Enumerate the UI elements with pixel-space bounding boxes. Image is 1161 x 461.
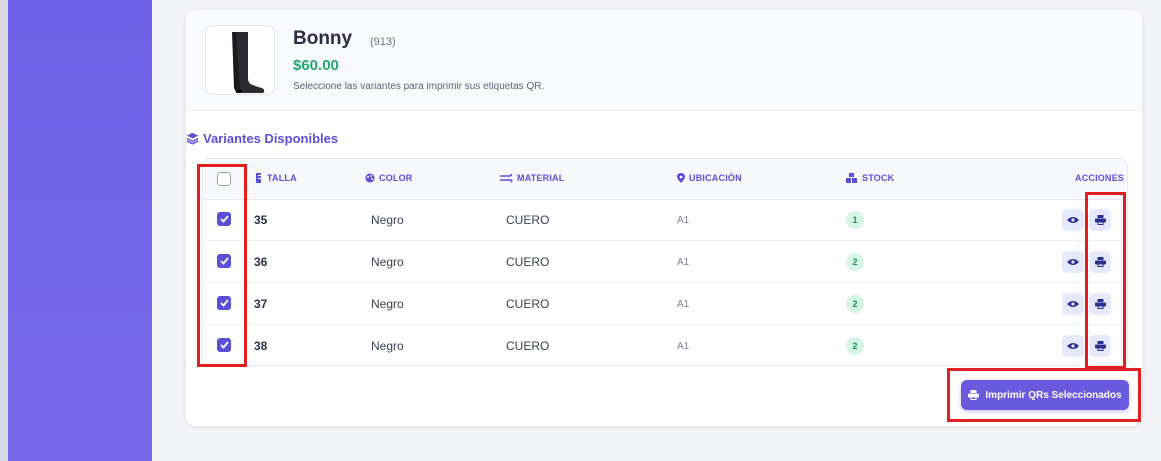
check-icon: [219, 215, 229, 223]
printer-icon: [968, 390, 980, 400]
eye-icon: [1067, 217, 1079, 223]
cell-ubicacion: A1: [677, 341, 690, 352]
cell-material: CUERO: [506, 339, 550, 353]
check-icon: [219, 257, 229, 265]
view-button[interactable]: [1062, 209, 1084, 231]
printer-icon: [1094, 299, 1106, 309]
th-material: MATERIAL: [499, 173, 564, 183]
print-button[interactable]: [1089, 209, 1111, 231]
view-button[interactable]: [1062, 293, 1084, 315]
cell-color: Negro: [371, 255, 404, 269]
cell-ubicacion: A1: [677, 215, 690, 226]
palette-icon: [365, 173, 375, 183]
stock-badge: 2: [846, 337, 864, 355]
th-color: COLOR: [365, 173, 413, 183]
cell-talla: 35: [254, 213, 268, 227]
th-stock: STOCK: [846, 173, 894, 183]
layers-icon: [186, 132, 199, 145]
stock-badge: 1: [846, 211, 864, 229]
cell-material: CUERO: [506, 255, 550, 269]
product-price: $60.00: [293, 57, 339, 74]
print-button[interactable]: [1089, 251, 1111, 273]
row-checkbox[interactable]: [217, 254, 231, 268]
eye-icon: [1067, 301, 1079, 307]
cubes-icon: [846, 173, 857, 183]
table-row: 36 Negro CUERO A1 2: [203, 242, 1127, 283]
wind-icon: [500, 173, 513, 183]
cell-material: CUERO: [506, 297, 550, 311]
cell-material: CUERO: [506, 213, 550, 227]
variants-table: TALLA COLOR MATERIAL UBICACIÓN STOCK ACC…: [202, 158, 1128, 366]
cell-color: Negro: [371, 213, 404, 227]
row-checkbox[interactable]: [217, 296, 231, 310]
printer-icon: [1094, 257, 1106, 267]
table-row: 37 Negro CUERO A1 2: [203, 284, 1127, 325]
printer-icon: [1094, 215, 1106, 225]
print-button[interactable]: [1089, 293, 1111, 315]
check-icon: [219, 341, 229, 349]
cell-talla: 36: [254, 255, 268, 269]
print-selected-label: Imprimir QRs Seleccionados: [985, 389, 1122, 401]
th-ubicacion: UBICACIÓN: [677, 173, 742, 183]
stock-badge: 2: [846, 253, 864, 271]
sidebar-edge: [0, 0, 8, 461]
row-checkbox[interactable]: [217, 338, 231, 352]
print-selected-button[interactable]: Imprimir QRs Seleccionados: [961, 380, 1129, 410]
table-row: 35 Negro CUERO A1 1: [203, 200, 1127, 241]
printer-icon: [1094, 341, 1106, 351]
product-name: Bonny: [293, 28, 353, 49]
th-acciones: ACCIONES: [1075, 173, 1125, 183]
check-icon: [219, 299, 229, 307]
location-pin-icon: [677, 173, 685, 183]
select-all-checkbox[interactable]: [217, 172, 231, 186]
print-button[interactable]: [1089, 335, 1111, 357]
row-checkbox[interactable]: [217, 212, 231, 226]
cell-color: Negro: [371, 339, 404, 353]
cell-ubicacion: A1: [677, 299, 690, 310]
th-talla: TALLA: [255, 173, 297, 183]
table-header: TALLA COLOR MATERIAL UBICACIÓN STOCK ACC…: [203, 159, 1127, 200]
stock-badge: 2: [846, 295, 864, 313]
product-code: (913): [370, 36, 396, 48]
ruler-icon: [256, 173, 261, 183]
eye-icon: [1067, 259, 1079, 265]
table-row: 38 Negro CUERO A1 2: [203, 326, 1127, 365]
section-title: Variantes Disponibles: [186, 131, 338, 146]
cell-talla: 38: [254, 339, 268, 353]
cell-ubicacion: A1: [677, 257, 690, 268]
product-image: [205, 25, 275, 95]
view-button[interactable]: [1062, 335, 1084, 357]
cell-color: Negro: [371, 297, 404, 311]
cell-talla: 37: [254, 297, 268, 311]
eye-icon: [1067, 343, 1079, 349]
product-hint: Seleccione las variantes para imprimir s…: [293, 81, 545, 92]
section-title-label: Variantes Disponibles: [203, 131, 339, 146]
product-header: Bonny (913) $60.00 Seleccione las varian…: [186, 10, 1142, 111]
view-button[interactable]: [1062, 251, 1084, 273]
sidebar: [0, 0, 152, 461]
